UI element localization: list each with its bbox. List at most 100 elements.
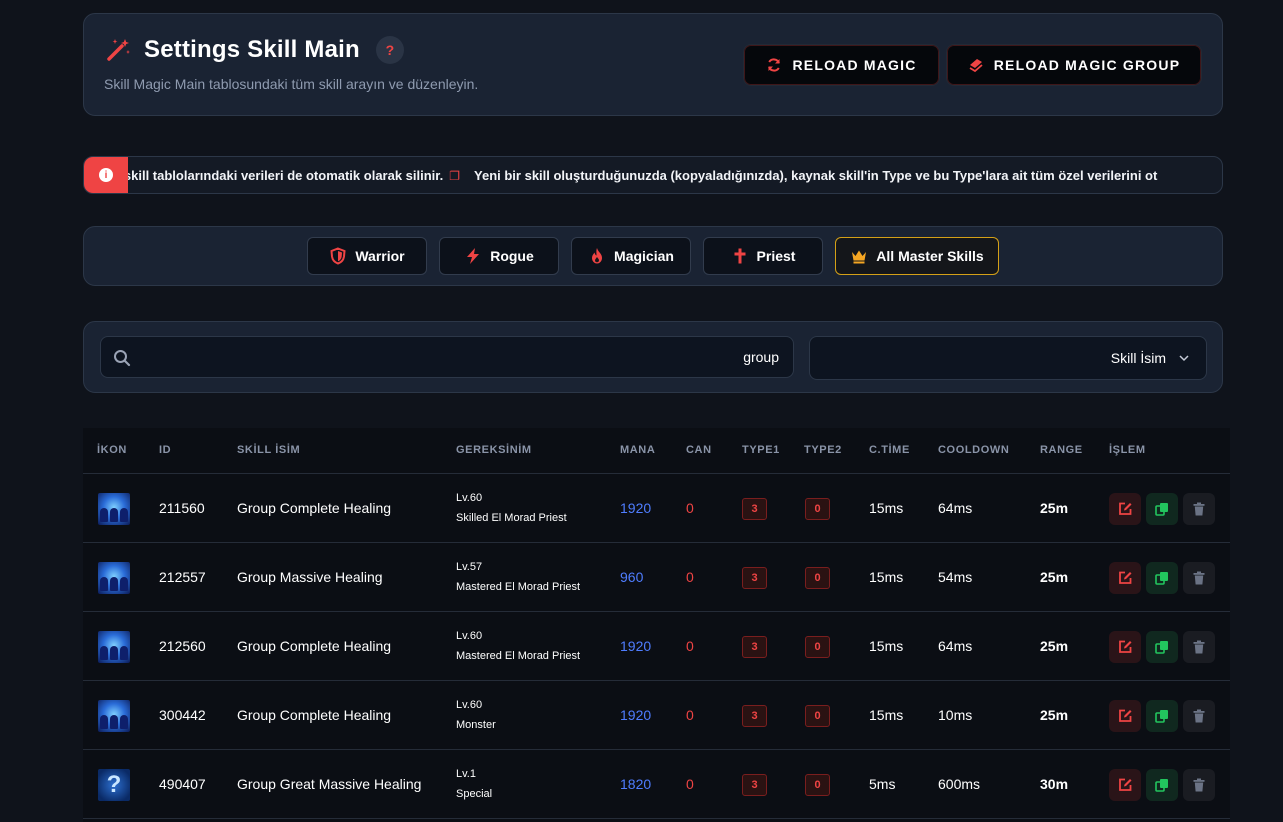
class-button-all-master-skills[interactable]: All Master Skills — [835, 237, 999, 275]
skill-range: 30m — [1040, 776, 1069, 792]
notice-text-b: Yeni bir skill oluşturduğunuzda (kopyala… — [474, 167, 1158, 183]
table-row[interactable]: 212557 Group Massive Healing Lv.57 Maste… — [83, 543, 1230, 612]
type1-badge: 3 — [742, 705, 767, 727]
class-button-rogue[interactable]: Rogue — [439, 237, 559, 275]
skill-cooldown: 600ms — [938, 776, 981, 792]
type2-badge: 0 — [805, 774, 830, 796]
skill-can: 0 — [686, 638, 694, 654]
skill-can: 0 — [686, 500, 694, 516]
table-row[interactable]: ? 490407 Group Great Massive Healing Lv.… — [83, 750, 1230, 819]
type1-badge: 3 — [742, 567, 767, 589]
edit-button[interactable] — [1109, 769, 1141, 801]
trash-icon — [1193, 640, 1205, 654]
copy-button[interactable] — [1146, 769, 1178, 801]
skill-id: 300442 — [159, 707, 206, 723]
search-input[interactable] — [141, 337, 779, 377]
class-button-priest[interactable]: Priest — [703, 237, 823, 275]
skill-requirement: Lv.60 Skilled El Morad Priest — [456, 492, 567, 524]
trash-icon — [1193, 778, 1205, 792]
edit-button[interactable] — [1109, 562, 1141, 594]
table-row[interactable]: 211560 Group Complete Healing Lv.60 Skil… — [83, 474, 1230, 543]
class-button-magician[interactable]: Magician — [571, 237, 691, 275]
copy-icon — [1155, 779, 1168, 792]
edit-icon — [1119, 571, 1132, 584]
crown-icon — [852, 250, 867, 264]
question-icon: ? — [98, 769, 130, 801]
skill-requirement: Lv.57 Mastered El Morad Priest — [456, 561, 580, 593]
skill-mana: 960 — [620, 569, 644, 585]
type2-badge: 0 — [805, 636, 830, 658]
search-filter-value: Skill İsim — [1110, 350, 1166, 366]
skill-can: 0 — [686, 776, 694, 792]
column-header-requirement: GEREKSİNİM — [456, 444, 532, 456]
copy-button[interactable] — [1146, 631, 1178, 663]
delete-button[interactable] — [1183, 769, 1215, 801]
skill-id: 212557 — [159, 569, 206, 585]
notice-text-group: er skill tablolarındaki verileri de otom… — [128, 168, 1157, 183]
class-label-rogue: Rogue — [490, 248, 534, 264]
delete-button[interactable] — [1183, 700, 1215, 732]
edit-icon — [1119, 778, 1132, 791]
copy-icon — [1155, 641, 1168, 654]
type1-badge: 3 — [742, 498, 767, 520]
delete-button[interactable] — [1183, 562, 1215, 594]
reload-magic-group-label: RELOAD MAGIC GROUP — [993, 57, 1181, 73]
column-header-type1: TYPE1 — [742, 444, 780, 456]
requirement-level: Lv.57 — [456, 561, 483, 573]
copy-button[interactable] — [1146, 562, 1178, 594]
copy-button[interactable] — [1146, 700, 1178, 732]
skill-ctime: 15ms — [869, 638, 904, 654]
skill-mana: 1920 — [620, 707, 652, 723]
column-header-cooldown: COOLDOWN — [938, 444, 1010, 456]
edit-button[interactable] — [1109, 631, 1141, 663]
column-header-mana: MANA — [620, 444, 656, 456]
notice-track: er skill tablolarındaki verileri de otom… — [128, 157, 1222, 193]
fire-icon — [592, 248, 603, 264]
copy-icon: ❐ — [449, 168, 461, 183]
header-card: Settings Skill Main ? Skill Magic Main t… — [83, 13, 1223, 116]
requirement-level: Lv.60 — [456, 630, 483, 642]
reload-magic-button[interactable]: RELOAD MAGIC — [743, 44, 940, 86]
edit-button[interactable] — [1109, 493, 1141, 525]
table-header: İKON ID SKİLL İSİM GEREKSİNİM MANA CAN T… — [83, 428, 1230, 474]
edit-button[interactable] — [1109, 700, 1141, 732]
column-header-can: CAN — [686, 444, 712, 456]
skill-can: 0 — [686, 569, 694, 585]
column-header-ikon: İKON — [97, 444, 127, 456]
table-row[interactable]: 212560 Group Complete Healing Lv.60 Mast… — [83, 612, 1230, 681]
copy-icon — [1155, 572, 1168, 585]
skill-ctime: 5ms — [869, 776, 896, 792]
page-subtitle: Skill Magic Main tablosundaki tüm skill … — [104, 76, 479, 92]
reload-magic-group-button[interactable]: RELOAD MAGIC GROUP — [946, 44, 1202, 86]
shield-icon — [330, 247, 346, 265]
group-healing-icon — [98, 493, 130, 525]
type2-badge: 0 — [805, 567, 830, 589]
skill-ctime: 15ms — [869, 569, 904, 585]
help-button[interactable]: ? — [375, 36, 404, 64]
skill-cooldown: 10ms — [938, 707, 973, 723]
column-header-skill-name: SKİLL İSİM — [237, 444, 301, 456]
skill-name: Group Complete Healing — [237, 638, 392, 654]
delete-button[interactable] — [1183, 631, 1215, 663]
class-filter-card: Warrior Rogue Magician Priest All Master… — [83, 226, 1223, 286]
copy-icon — [1155, 710, 1168, 723]
trash-icon — [1193, 709, 1205, 723]
type1-badge: 3 — [742, 774, 767, 796]
group-healing-icon — [98, 700, 130, 732]
copy-button[interactable] — [1146, 493, 1178, 525]
group-healing-icon — [98, 562, 130, 594]
skill-requirement: Lv.60 Monster — [456, 699, 496, 731]
class-button-warrior[interactable]: Warrior — [307, 237, 427, 275]
table-row[interactable]: 300442 Group Complete Healing Lv.60 Mons… — [83, 681, 1230, 750]
skill-mana: 1920 — [620, 638, 652, 654]
search-filter-select[interactable]: Skill İsim — [809, 336, 1207, 380]
column-header-ctime: C.TİME — [869, 444, 910, 456]
search-box — [100, 336, 794, 378]
skill-ctime: 15ms — [869, 707, 904, 723]
skill-id: 490407 — [159, 776, 206, 792]
class-label-priest: Priest — [756, 248, 796, 264]
delete-button[interactable] — [1183, 493, 1215, 525]
search-card: Skill İsim — [83, 321, 1223, 393]
trash-icon — [1193, 571, 1205, 585]
skill-requirement: Lv.60 Mastered El Morad Priest — [456, 630, 580, 662]
